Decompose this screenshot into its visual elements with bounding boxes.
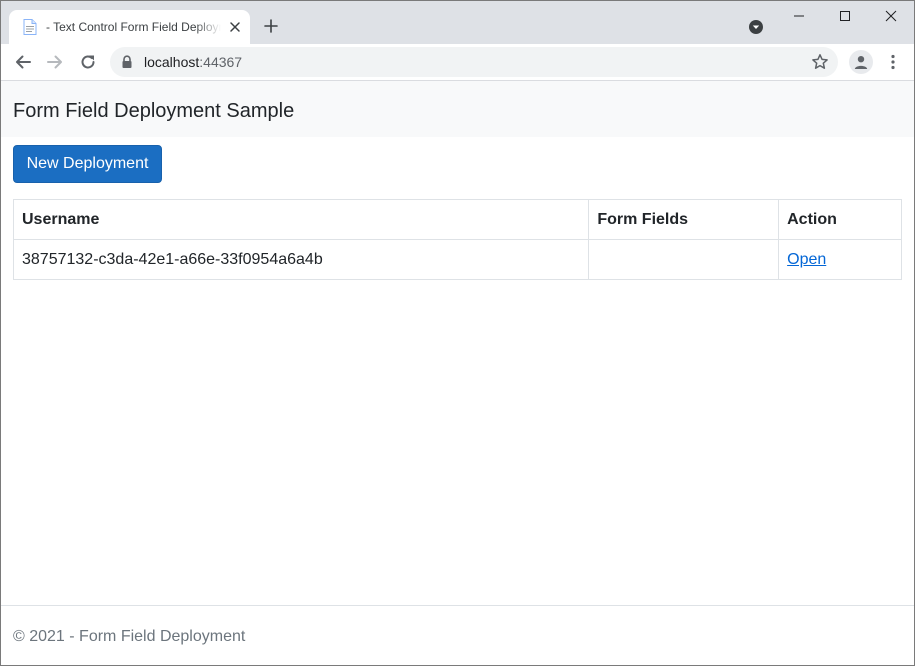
browser-toolbar: localhost:44367 <box>1 44 914 81</box>
maximize-button[interactable] <box>822 1 868 31</box>
window-close-button[interactable] <box>868 1 914 31</box>
close-icon[interactable] <box>227 19 243 35</box>
cell-action: Open <box>778 239 902 280</box>
page-content: Form Field Deployment Sample New Deploym… <box>1 81 914 665</box>
arrow-right-icon[interactable] <box>46 53 64 71</box>
tab-strip: - Text Control Form Field Deployment Sam… <box>1 1 914 44</box>
profile-button[interactable] <box>849 50 873 74</box>
tab-title: - Text Control Form Field Deployment Sam… <box>46 20 221 34</box>
deployments-table: Username Form Fields Action 38757132-c3d… <box>12 199 902 280</box>
new-deployment-button[interactable]: New Deployment <box>13 145 162 183</box>
url-host: localhost <box>144 54 200 70</box>
person-icon <box>854 56 868 69</box>
star-icon[interactable] <box>811 53 829 71</box>
cell-form-fields <box>588 239 780 280</box>
minimize-icon <box>794 15 804 17</box>
tab-search-icon[interactable] <box>748 19 764 35</box>
close-icon <box>885 10 897 22</box>
browser-window: - Text Control Form Field Deployment Sam… <box>0 0 915 666</box>
reload-icon[interactable] <box>79 53 97 71</box>
navbar-brand[interactable]: Form Field Deployment Sample <box>13 99 294 123</box>
open-link[interactable]: Open <box>787 251 826 268</box>
table-header-row: Username Form Fields Action <box>12 199 902 240</box>
column-header-username: Username <box>12 199 590 240</box>
footer: © 2021 - Form Field Deployment <box>1 605 914 665</box>
document-icon <box>23 19 37 35</box>
maximize-icon <box>840 11 850 21</box>
column-header-form-fields: Form Fields <box>588 199 780 240</box>
lock-icon[interactable] <box>121 55 133 69</box>
cell-username: 38757132-c3da-42e1-a66e-33f0954a6a4b <box>12 239 590 280</box>
footer-copyright: © 2021 - Form Field Deployment <box>13 628 246 645</box>
plus-icon[interactable] <box>263 18 279 34</box>
minimize-button[interactable] <box>776 1 822 31</box>
url-text[interactable]: localhost:44367 <box>144 54 242 70</box>
kebab-icon[interactable] <box>884 53 902 71</box>
column-header-action: Action <box>778 199 902 240</box>
url-port: :44367 <box>199 54 243 70</box>
table-row: 38757132-c3da-42e1-a66e-33f0954a6a4b Ope… <box>12 239 902 280</box>
arrow-left-icon[interactable] <box>14 53 32 71</box>
navbar: Form Field Deployment Sample <box>1 81 914 137</box>
browser-tab[interactable]: - Text Control Form Field Deployment Sam… <box>9 10 250 44</box>
address-bar[interactable]: localhost:44367 <box>110 47 838 77</box>
